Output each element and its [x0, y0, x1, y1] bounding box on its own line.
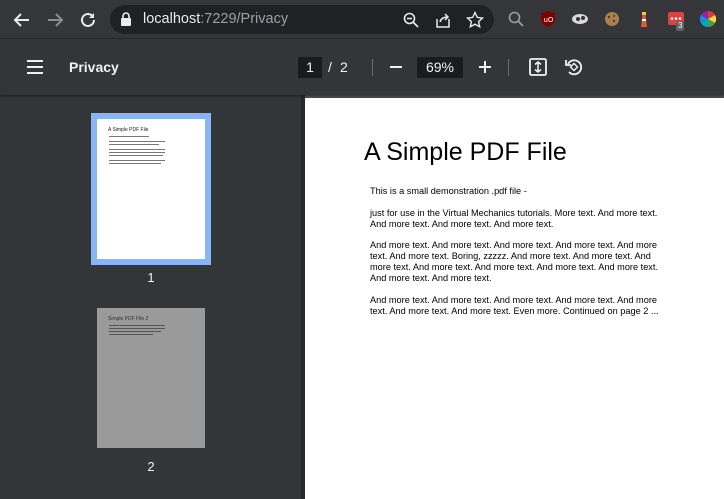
- thumbnail-text-line: [109, 149, 165, 150]
- page-thumbnail-1[interactable]: A Simple PDF File: [97, 119, 205, 259]
- address-bar[interactable]: localhost:7229/Privacy: [110, 5, 494, 34]
- paragraph: This is a small demonstration .pdf file …: [370, 186, 527, 196]
- pdf-page: A Simple PDF File This is a small demons…: [305, 98, 724, 499]
- extension-badge-count: 3: [676, 21, 685, 31]
- zoom-in-icon[interactable]: [476, 58, 494, 76]
- thumbnail-text-line: [109, 144, 159, 145]
- document-title: Privacy: [69, 59, 119, 75]
- pdf-toolbar: Privacy 1 / 2 69%: [0, 39, 724, 95]
- thumbnail-text-line: [109, 160, 165, 161]
- browser-toolbar: localhost:7229/Privacy uO 3: [0, 0, 724, 39]
- zoom-out-icon[interactable]: [387, 58, 405, 76]
- zoom-search-icon[interactable]: [402, 11, 420, 29]
- thumbnail-text-line: [109, 136, 149, 137]
- thumbnail-text-line: [109, 163, 161, 164]
- thumbnail-text-line: [109, 152, 165, 153]
- zoom-level-input[interactable]: 69%: [417, 57, 463, 78]
- fit-to-page-icon[interactable]: [528, 57, 548, 77]
- forward-icon[interactable]: [43, 8, 67, 32]
- thumbnail-heading: A Simple PDF File: [108, 127, 149, 133]
- eye-extension-icon[interactable]: [570, 9, 590, 29]
- thumbnail-text-line: [109, 155, 163, 156]
- paragraph: And more text. And more text. And more t…: [370, 295, 659, 316]
- ublock-icon[interactable]: uO: [538, 9, 558, 29]
- paragraph: And more text. And more text. And more t…: [370, 240, 659, 283]
- lighthouse-icon[interactable]: [634, 9, 654, 29]
- url-text: localhost:7229/Privacy: [143, 11, 289, 27]
- page-heading: A Simple PDF File: [364, 138, 567, 166]
- toolbar-divider: [372, 59, 373, 76]
- search-icon[interactable]: [506, 9, 526, 29]
- thumbnail-text-line: [109, 141, 165, 142]
- back-icon[interactable]: [10, 8, 34, 32]
- rotate-icon[interactable]: [563, 56, 585, 78]
- svg-text:uO: uO: [544, 16, 554, 24]
- cookie-icon[interactable]: [602, 9, 622, 29]
- thumbnail-text-line: [109, 334, 153, 335]
- thumbnail-page-number: 2: [147, 459, 155, 474]
- thumbnail-text-line: [109, 328, 165, 329]
- page-total: 2: [340, 59, 348, 75]
- share-icon[interactable]: [434, 11, 452, 29]
- bookmark-star-icon[interactable]: [465, 10, 485, 29]
- thumbnail-text-line: [109, 325, 165, 326]
- lock-icon[interactable]: [120, 12, 132, 31]
- menu-icon[interactable]: [24, 56, 46, 78]
- color-wheel-icon[interactable]: [698, 9, 718, 29]
- thumbnail-page-number: 1: [147, 270, 155, 285]
- page-thumbnail-2[interactable]: Simple PDF File 2: [97, 308, 205, 448]
- toolbar-divider: [508, 59, 509, 76]
- thumbnail-heading: Simple PDF File 2: [108, 316, 149, 322]
- page-separator: /: [328, 59, 332, 75]
- extension-badge-icon[interactable]: 3: [666, 9, 686, 31]
- reload-icon[interactable]: [76, 8, 100, 32]
- paragraph: just for use in the Virtual Mechanics tu…: [370, 208, 658, 229]
- page-number-input[interactable]: 1: [298, 57, 322, 78]
- thumbnail-text-line: [109, 331, 161, 332]
